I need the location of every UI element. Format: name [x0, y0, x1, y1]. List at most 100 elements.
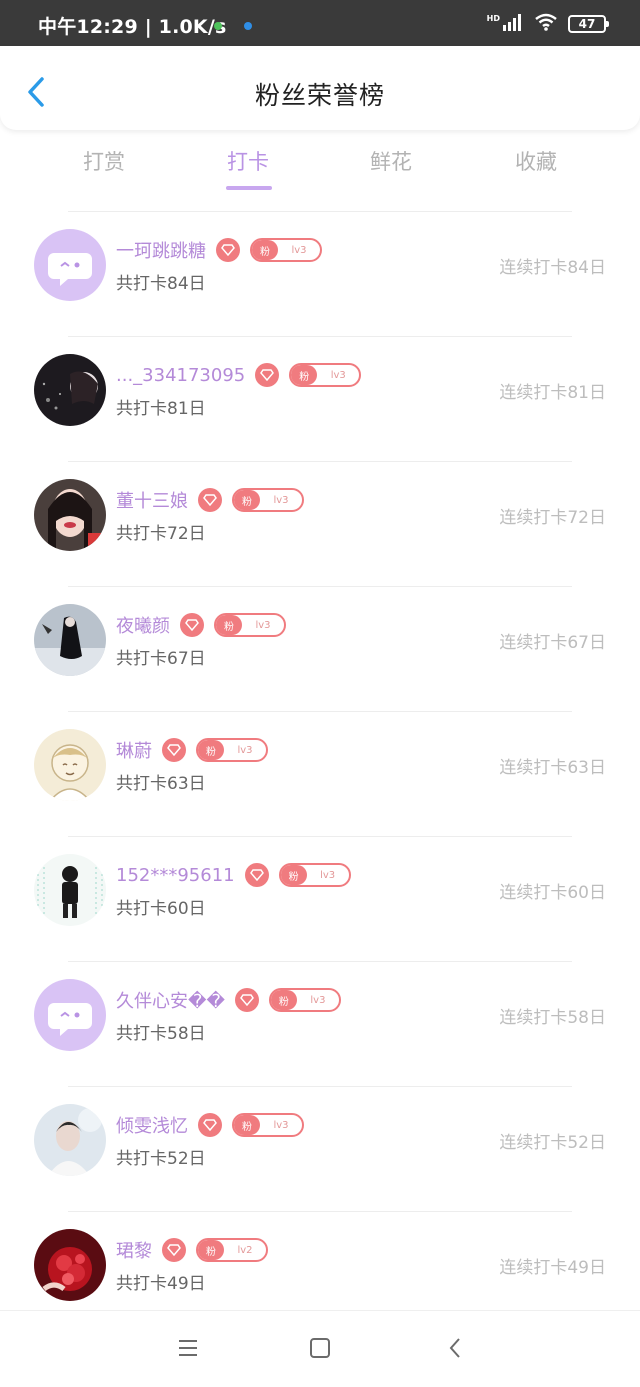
streak-checkin: 连续打卡52日 [499, 1133, 606, 1153]
user-name[interactable]: ..._334173095 [116, 365, 245, 386]
total-checkin: 共打卡84日 [116, 274, 206, 294]
avatar[interactable] [34, 604, 106, 676]
system-nav-bar [0, 1310, 640, 1387]
user-name[interactable]: 倾雯浅忆 [116, 1112, 188, 1138]
fan-level-value: lv3 [310, 994, 326, 1006]
user-name[interactable]: 珺黎 [116, 1237, 152, 1263]
total-checkin: 共打卡63日 [116, 774, 206, 794]
diamond-icon [162, 1238, 186, 1262]
diamond-icon [216, 238, 240, 262]
divider [68, 836, 572, 837]
fan-level-badge: 粉 lv3 [278, 863, 351, 887]
avatar[interactable] [34, 854, 106, 926]
fan-level-badge: 粉 lv3 [250, 238, 322, 262]
home-button[interactable] [305, 1335, 335, 1365]
streak-checkin: 连续打卡81日 [499, 383, 606, 403]
battery-level: 47 [578, 17, 596, 31]
streak-checkin: 连续打卡67日 [499, 633, 606, 653]
app-header: 粉丝荣誉榜 [0, 46, 640, 130]
fan-level-badge: 粉 lv3 [289, 363, 362, 387]
fan-level-value: lv3 [320, 869, 336, 881]
fan-level-value: lv3 [273, 494, 289, 506]
total-checkin: 共打卡67日 [116, 649, 206, 669]
avatar[interactable] [34, 1229, 106, 1301]
streak-checkin: 连续打卡63日 [499, 758, 606, 778]
streak-checkin: 连续打卡84日 [499, 258, 606, 278]
divider [68, 1211, 572, 1212]
list-item[interactable]: 一珂跳跳糖 粉 lv3 共打卡84日 连续打卡84日 [0, 211, 640, 335]
list-item[interactable]: 152***95611 粉 lv3 共打卡60日 连续打卡60日 [0, 836, 640, 960]
list-item[interactable]: 夜曦颜 粉 lv3 共打卡67日 连续打卡67日 [0, 586, 640, 710]
divider [68, 211, 572, 212]
fan-level-value: lv3 [255, 619, 271, 631]
network-type-label: HD [486, 13, 500, 23]
list-item[interactable]: 琳蔚 粉 lv3 共打卡63日 连续打卡63日 [0, 711, 640, 835]
divider [68, 336, 572, 337]
diamond-icon [234, 988, 259, 1012]
avatar[interactable] [34, 1104, 106, 1176]
tab-checkin[interactable]: 打卡 [198, 146, 298, 176]
fan-level-badge: 粉 lv3 [268, 988, 341, 1012]
fan-level-value: lv3 [273, 1119, 289, 1131]
user-name[interactable]: 夜曦颜 [116, 612, 170, 638]
total-checkin: 共打卡72日 [116, 524, 206, 544]
fan-level-badge: 粉 lv3 [232, 488, 304, 512]
user-name[interactable]: 董十三娘 [116, 487, 188, 513]
tab-flowers[interactable]: 鲜花 [341, 146, 441, 176]
user-name[interactable]: 琳蔚 [116, 737, 152, 763]
streak-checkin: 连续打卡72日 [499, 508, 606, 528]
menu-button[interactable] [173, 1335, 203, 1365]
notification-dot-icon [244, 22, 252, 30]
total-checkin: 共打卡52日 [116, 1149, 206, 1169]
back-icon [448, 1337, 462, 1363]
avatar[interactable] [34, 979, 106, 1051]
status-bar: 中午12:29 | 1.0K/s HD 47 [0, 0, 640, 46]
streak-checkin: 连续打卡49日 [499, 1258, 606, 1278]
active-tab-indicator [226, 186, 272, 190]
battery-icon: 47 [568, 15, 609, 33]
fan-level-value: lv3 [237, 744, 253, 756]
fan-badge-label: 粉 [216, 615, 242, 635]
diamond-icon [198, 488, 222, 512]
fan-badge-label: 粉 [234, 490, 260, 510]
divider [68, 461, 572, 462]
tab-reward[interactable]: 打赏 [54, 146, 154, 176]
avatar[interactable] [34, 229, 106, 301]
avatar[interactable] [34, 354, 106, 426]
diamond-icon [198, 1113, 222, 1137]
total-checkin: 共打卡81日 [116, 399, 206, 419]
wifi-icon [534, 13, 558, 35]
avatar[interactable] [34, 479, 106, 551]
user-name[interactable]: 久伴心安�� [116, 987, 225, 1013]
system-back-button[interactable] [440, 1335, 470, 1365]
total-checkin: 共打卡58日 [116, 1024, 206, 1044]
divider [68, 1086, 572, 1087]
fan-badge-label: 粉 [198, 1240, 224, 1260]
fan-level-badge: 粉 lv3 [214, 613, 286, 637]
avatar[interactable] [34, 729, 106, 801]
status-time: 中午12:29 | 1.0K/s [38, 16, 227, 38]
list-item[interactable]: 久伴心安�� 粉 lv3 共打卡58日 连续打卡58日 [0, 961, 640, 1085]
tab-bar: 打赏 打卡 鲜花 收藏 [0, 140, 640, 192]
diamond-icon [255, 363, 280, 387]
tab-collection[interactable]: 收藏 [486, 146, 586, 176]
diamond-icon [244, 863, 269, 887]
fan-badge-label: 粉 [270, 990, 297, 1010]
fan-level-value: lv3 [291, 244, 307, 256]
fan-badge-label: 粉 [234, 1115, 260, 1135]
total-checkin: 共打卡60日 [116, 899, 206, 919]
divider [68, 961, 572, 962]
fan-badge-label: 粉 [252, 240, 278, 260]
fan-badge-label: 粉 [198, 740, 224, 760]
menu-icon [177, 1339, 199, 1361]
diamond-icon [180, 613, 204, 637]
fan-level-badge: 粉 lv2 [196, 1238, 268, 1262]
list-item[interactable]: 倾雯浅忆 粉 lv3 共打卡52日 连续打卡52日 [0, 1086, 640, 1210]
fan-level-badge: 粉 lv3 [196, 738, 268, 762]
user-name[interactable]: 一珂跳跳糖 [116, 237, 206, 263]
user-name[interactable]: 152***95611 [116, 865, 235, 886]
list-item[interactable]: 董十三娘 粉 lv3 共打卡72日 连续打卡72日 [0, 461, 640, 585]
divider [68, 711, 572, 712]
streak-checkin: 连续打卡58日 [499, 1008, 606, 1028]
list-item[interactable]: ..._334173095 粉 lv3 共打卡81日 连续打卡81日 [0, 336, 640, 460]
